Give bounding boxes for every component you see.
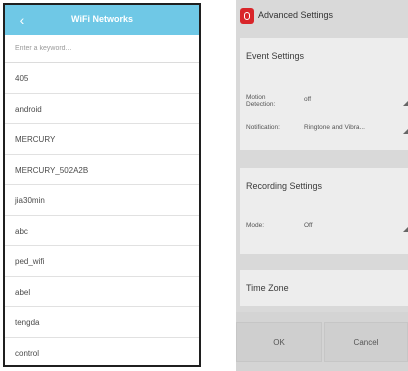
notification-value: Ringtone and Vibra... (304, 124, 365, 131)
dialog-button-bar: OK Cancel (236, 312, 408, 371)
time-zone-section[interactable]: Time Zone (240, 270, 408, 306)
wifi-network-list: 405 android MERCURY MERCURY_502A2B jia30… (5, 63, 199, 366)
wifi-network-item[interactable]: MERCURY_502A2B (5, 155, 199, 185)
recording-mode-value: Off (304, 222, 313, 229)
settings-title: Advanced Settings (258, 10, 334, 20)
ok-button[interactable]: OK (236, 322, 322, 362)
wifi-network-item[interactable]: abc (5, 216, 199, 246)
wifi-search-input[interactable] (15, 45, 185, 52)
event-settings-section: Event Settings Motion Detection: off Not… (240, 38, 408, 150)
dropdown-arrow-icon (403, 129, 408, 134)
wifi-network-item[interactable]: jia30min (5, 185, 199, 216)
wifi-networks-panel: ‹ WiFi Networks 405 android MERCURY MERC… (3, 3, 201, 367)
notification-row[interactable]: Notification: Ringtone and Vibra... (240, 120, 408, 140)
motion-detection-value: off (304, 96, 312, 103)
wifi-header: ‹ WiFi Networks (5, 5, 199, 35)
recording-settings-heading: Recording Settings (246, 181, 323, 191)
time-zone-heading: Time Zone (246, 283, 289, 293)
advanced-settings-panel: Advanced Settings Event Settings Motion … (236, 0, 408, 371)
motion-detection-label: Motion Detection: (246, 94, 276, 108)
settings-header: Advanced Settings (236, 0, 408, 34)
wifi-network-item[interactable]: MERCURY (5, 124, 199, 155)
dropdown-arrow-icon (403, 101, 408, 106)
notification-label: Notification: (246, 124, 280, 131)
wifi-network-item[interactable]: abel (5, 277, 199, 307)
dropdown-arrow-icon (403, 227, 408, 232)
wifi-network-item[interactable]: 405 (5, 63, 199, 94)
event-settings-heading: Event Settings (246, 51, 305, 61)
app-icon (240, 8, 254, 24)
recording-settings-section: Recording Settings Mode: Off (240, 168, 408, 254)
recording-mode-label: Mode: (246, 222, 265, 229)
wifi-network-item[interactable]: control (5, 338, 199, 366)
wifi-network-item[interactable]: android (5, 94, 199, 124)
wifi-search-row (5, 35, 199, 63)
motion-detection-row[interactable]: Motion Detection: off (240, 92, 408, 112)
recording-mode-row[interactable]: Mode: Off (240, 218, 408, 238)
cancel-button[interactable]: Cancel (324, 322, 408, 362)
wifi-title: WiFi Networks (71, 14, 133, 24)
wifi-network-item[interactable]: ped_wifi (5, 246, 199, 277)
wifi-network-item[interactable]: tengda (5, 307, 199, 338)
